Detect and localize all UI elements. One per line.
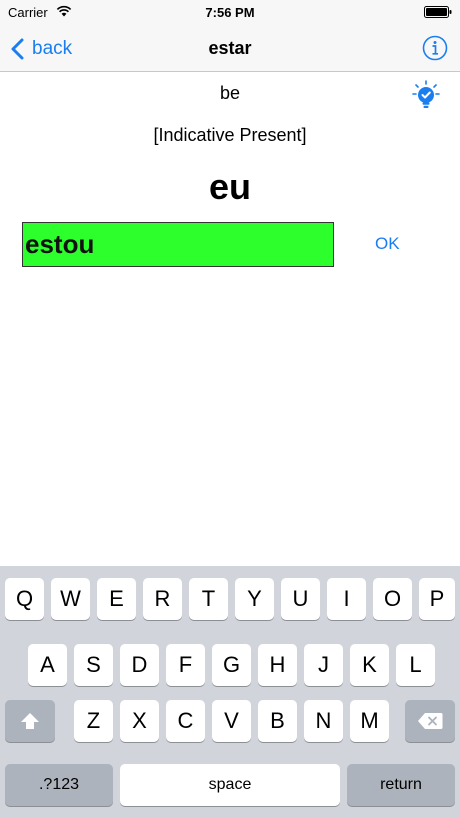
key-x[interactable]: X: [120, 700, 159, 742]
key-d[interactable]: D: [120, 644, 159, 686]
battery-icon: [424, 6, 452, 18]
navigation-bar: back estar: [0, 26, 460, 72]
shift-key[interactable]: [5, 700, 55, 742]
key-a[interactable]: A: [28, 644, 67, 686]
key-w[interactable]: W: [51, 578, 90, 620]
key-j[interactable]: J: [304, 644, 343, 686]
key-q[interactable]: Q: [5, 578, 44, 620]
key-e[interactable]: E: [97, 578, 136, 620]
key-y[interactable]: Y: [235, 578, 274, 620]
tense-label: [Indicative Present]: [153, 125, 307, 145]
shift-icon: [21, 713, 39, 729]
key-l[interactable]: L: [396, 644, 435, 686]
keyboard: Q W E R T Y U I O P A S D F G H J K L Z …: [0, 566, 460, 818]
key-c[interactable]: C: [166, 700, 205, 742]
key-z[interactable]: Z: [74, 700, 113, 742]
return-key[interactable]: return: [347, 764, 455, 806]
key-h[interactable]: H: [258, 644, 297, 686]
key-k[interactable]: K: [350, 644, 389, 686]
space-key[interactable]: space: [120, 764, 340, 806]
info-icon[interactable]: [422, 35, 448, 61]
key-v[interactable]: V: [212, 700, 251, 742]
translation-label: be: [219, 83, 241, 103]
key-u[interactable]: U: [281, 578, 320, 620]
status-time: 7:56 PM: [205, 5, 255, 20]
key-f[interactable]: F: [166, 644, 205, 686]
status-bar: Carrier 7:56 PM: [0, 0, 460, 26]
ok-button[interactable]: OK: [375, 234, 400, 254]
lightbulb-icon[interactable]: [412, 80, 440, 110]
key-i[interactable]: I: [327, 578, 366, 620]
numbers-key[interactable]: .?123: [5, 764, 113, 806]
key-g[interactable]: G: [212, 644, 251, 686]
key-r[interactable]: R: [143, 578, 182, 620]
key-o[interactable]: O: [373, 578, 412, 620]
key-m[interactable]: M: [350, 700, 389, 742]
key-b[interactable]: B: [258, 700, 297, 742]
key-t[interactable]: T: [189, 578, 228, 620]
pronoun-label: eu: [208, 166, 251, 207]
key-p[interactable]: P: [419, 578, 455, 620]
answer-input[interactable]: [22, 222, 334, 267]
backspace-icon: [418, 713, 443, 729]
key-s[interactable]: S: [74, 644, 113, 686]
page-title: estar: [208, 38, 252, 58]
key-n[interactable]: N: [304, 700, 343, 742]
delete-key[interactable]: [405, 700, 455, 742]
